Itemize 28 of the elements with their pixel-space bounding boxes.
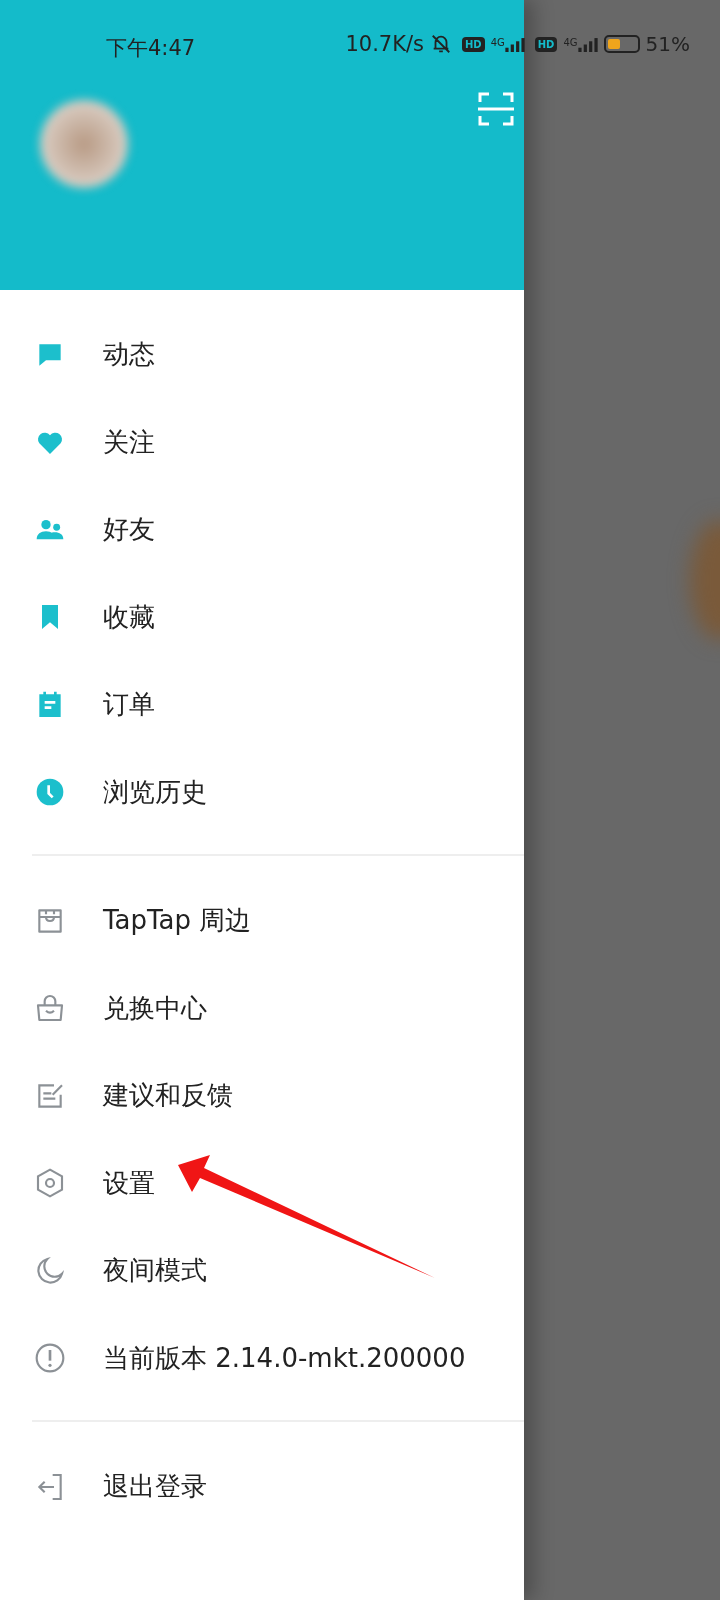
exclamation-icon (34, 1342, 66, 1375)
menu-item[interactable]: 退出登录 (103, 1469, 207, 1505)
moon-icon (34, 1254, 66, 1287)
network-label: 4G (563, 36, 578, 48)
menu-item[interactable]: 当前版本 2.14.0-mkt.200000 (103, 1340, 466, 1376)
menu-item[interactable]: 夜间模式 (103, 1253, 207, 1289)
menu-item[interactable]: 动态 (103, 337, 155, 373)
signal-icon (577, 36, 598, 52)
menu-item[interactable]: 兑换中心 (103, 990, 207, 1026)
network-speed: 10.7K/s (345, 32, 424, 56)
hexagon-icon (34, 1167, 66, 1200)
avatar[interactable] (40, 100, 128, 188)
menu-item[interactable]: 关注 (103, 424, 155, 460)
network-label: 4G (490, 36, 505, 48)
menu-item[interactable]: 建议和反馈 (103, 1078, 233, 1114)
menu-item[interactable]: 设置 (103, 1165, 155, 1201)
menu-item[interactable]: 收藏 (103, 599, 155, 635)
menu-item[interactable]: 订单 (103, 687, 155, 723)
battery-icon (603, 35, 640, 53)
bell-off-icon (429, 33, 452, 55)
menu-item[interactable]: TapTap 周边 (103, 903, 252, 939)
battery-percent: 51% (645, 32, 690, 56)
signal-icon (504, 36, 525, 52)
scan-icon[interactable] (478, 92, 514, 126)
menu-item[interactable]: 浏览历史 (103, 774, 207, 810)
clock-time: 下午4:47 (106, 35, 196, 62)
hd-badge: HD (534, 36, 558, 52)
menu-item[interactable]: 好友 (103, 512, 155, 548)
